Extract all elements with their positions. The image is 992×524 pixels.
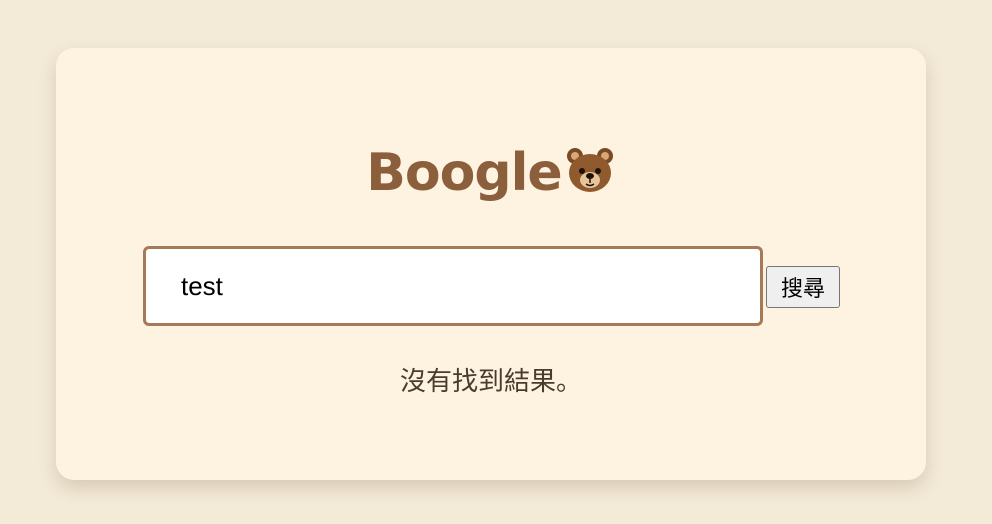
logo: Boogle xyxy=(56,141,926,205)
search-button[interactable]: 搜尋 xyxy=(766,266,840,308)
search-input[interactable] xyxy=(143,246,763,326)
logo-text: Boogle xyxy=(366,143,562,203)
no-results-message: 沒有找到結果。 xyxy=(399,367,582,397)
search-card: Boogle 搜尋 沒有找到結果。 xyxy=(56,48,926,480)
bear-face-icon xyxy=(566,148,613,192)
